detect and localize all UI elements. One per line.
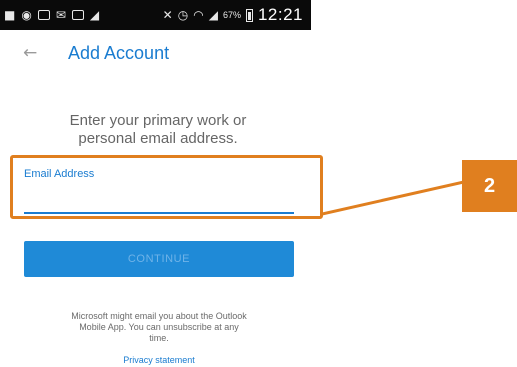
callout-connector-line <box>322 180 464 216</box>
disclaimer-line-2: Mobile App. You can unsubscribe at any <box>79 322 239 332</box>
photo-icon <box>71 10 84 20</box>
notification-icons: ■ ◉ ✉ ◢ <box>4 9 163 21</box>
status-bar: ■ ◉ ✉ ◢ ✕ ◷ ◠ ◢ 67% 12:21 <box>0 0 311 30</box>
prompt-line-1: Enter your primary work or <box>69 112 247 129</box>
marketing-disclaimer: Microsoft might email you about the Outl… <box>52 311 266 344</box>
continue-button[interactable]: CONTINUE <box>24 241 294 277</box>
brush-icon: ◢ <box>89 8 100 22</box>
email-prompt: Enter your primary work or personal emai… <box>28 112 288 148</box>
battery-icon <box>245 8 253 22</box>
prompt-line-2: personal email address. <box>78 130 238 147</box>
signal-icon: ◢ <box>208 8 218 22</box>
messenger-icon: ◉ <box>21 8 32 22</box>
alarm-icon: ◷ <box>177 8 189 22</box>
battery-percent: 67% <box>222 10 241 20</box>
arrow-left-icon[interactable]: ← <box>23 40 37 66</box>
disclaimer-line-3: time. <box>149 333 169 343</box>
app-header: ← Add Account <box>0 40 311 66</box>
app-icon: ■ <box>4 8 16 22</box>
privacy-statement-link[interactable]: Privacy statement <box>90 355 228 365</box>
page-title: Add Account <box>68 43 170 63</box>
disclaimer-line-1: Microsoft might email you about the Outl… <box>71 311 247 321</box>
system-icons: ✕ ◷ ◠ ◢ 67% 12:21 <box>163 5 303 25</box>
callout-highlight-box <box>10 155 323 219</box>
sim-icon <box>37 10 50 20</box>
mail-icon: ✉ <box>55 8 66 22</box>
callout-number-badge: 2 <box>462 160 517 212</box>
mute-icon: ✕ <box>162 8 173 22</box>
clock: 12:21 <box>257 5 303 24</box>
wifi-icon: ◠ <box>193 8 204 22</box>
